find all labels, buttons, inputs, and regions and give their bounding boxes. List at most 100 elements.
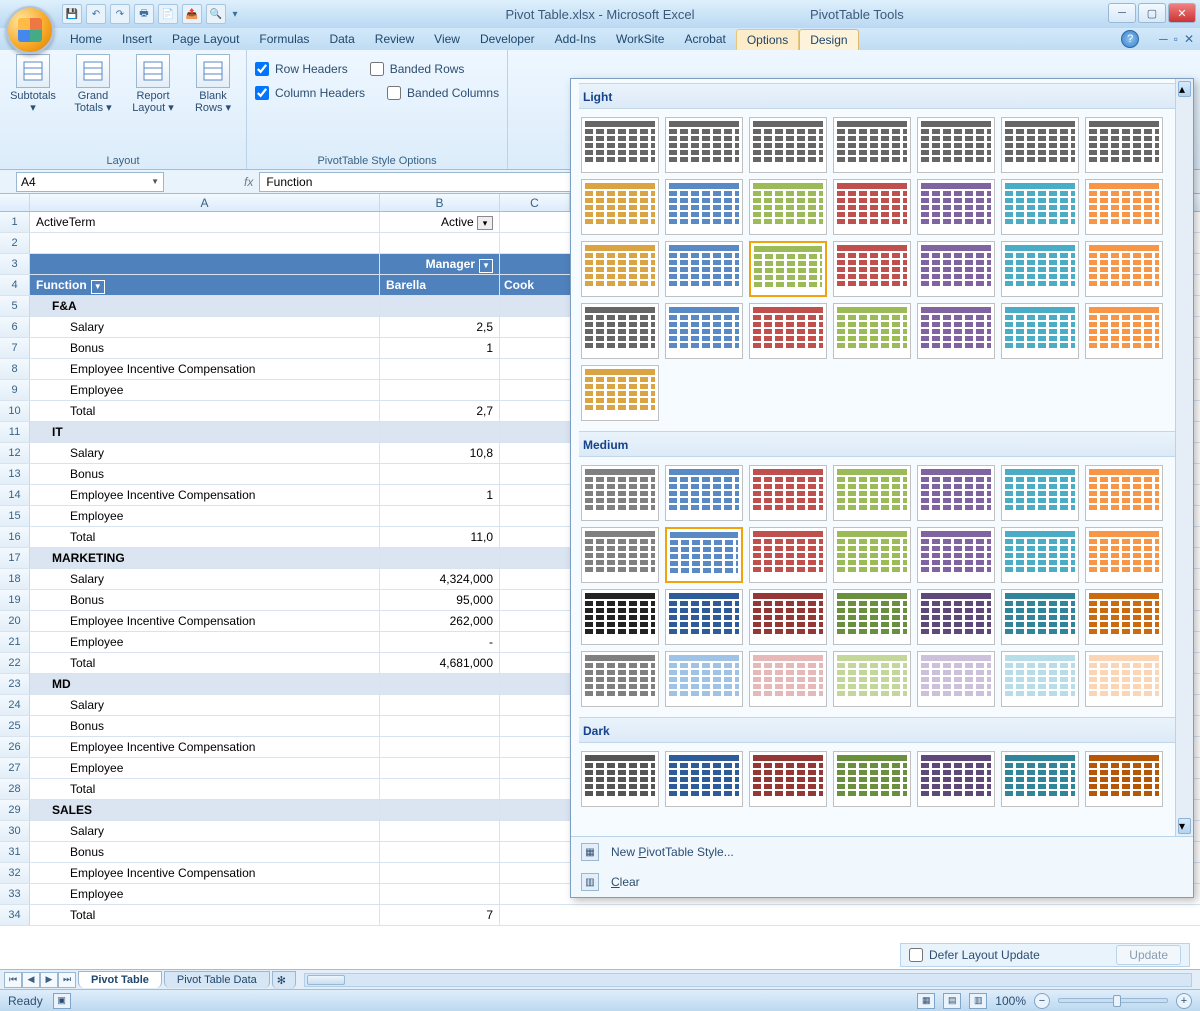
cell-a[interactable]: Employee Incentive Compensation: [30, 359, 380, 379]
view-page-layout-icon[interactable]: ▤: [943, 993, 961, 1009]
row-number[interactable]: 13: [0, 464, 30, 484]
row-number[interactable]: 16: [0, 527, 30, 547]
cell-b[interactable]: [380, 422, 500, 442]
cell-c[interactable]: [500, 758, 570, 778]
zoom-level[interactable]: 100%: [995, 994, 1026, 1008]
row-number[interactable]: 33: [0, 884, 30, 904]
cell-c[interactable]: [500, 779, 570, 799]
row-number[interactable]: 32: [0, 863, 30, 883]
cell-a[interactable]: Total: [30, 401, 380, 421]
qat-print-icon[interactable]: 🖶: [134, 4, 154, 24]
row-number[interactable]: 21: [0, 632, 30, 652]
tab-developer[interactable]: Developer: [470, 29, 545, 50]
cell-b[interactable]: [380, 548, 500, 568]
name-box[interactable]: A4 ▼: [16, 172, 164, 192]
style-swatch[interactable]: [917, 751, 995, 807]
select-all-corner[interactable]: [0, 194, 30, 211]
cell-c[interactable]: [500, 611, 570, 631]
style-swatch[interactable]: [749, 527, 827, 583]
cell-b[interactable]: [380, 695, 500, 715]
chk-column-headers[interactable]: Column Headers: [255, 86, 365, 100]
cell-a[interactable]: Employee: [30, 884, 380, 904]
style-swatch[interactable]: [581, 303, 659, 359]
sheet-tab-pivot-table[interactable]: Pivot Table: [78, 971, 162, 988]
grand-totals-button[interactable]: Grand Totals ▾: [68, 54, 118, 114]
style-swatch[interactable]: [581, 527, 659, 583]
cell-a[interactable]: Employee: [30, 506, 380, 526]
style-swatch[interactable]: [1085, 589, 1163, 645]
sheet-nav-last-icon[interactable]: ⏭: [58, 972, 76, 988]
style-swatch[interactable]: [749, 117, 827, 173]
cell-a[interactable]: Total: [30, 905, 380, 925]
row-number[interactable]: 23: [0, 674, 30, 694]
row-number[interactable]: 15: [0, 506, 30, 526]
row-number[interactable]: 7: [0, 338, 30, 358]
cell-b[interactable]: 11,0: [380, 527, 500, 547]
doc-close-icon[interactable]: ✕: [1184, 32, 1194, 46]
cell-a[interactable]: Total: [30, 779, 380, 799]
style-swatch[interactable]: [1001, 589, 1079, 645]
cell-c[interactable]: [500, 905, 570, 925]
style-swatch[interactable]: [1001, 303, 1079, 359]
cell-c[interactable]: [500, 254, 570, 274]
cell-b[interactable]: [380, 779, 500, 799]
cell-b[interactable]: [380, 464, 500, 484]
style-swatch[interactable]: [749, 651, 827, 707]
cell-b[interactable]: -: [380, 632, 500, 652]
zoom-in-button[interactable]: +: [1176, 993, 1192, 1009]
cell-a[interactable]: Salary: [30, 317, 380, 337]
dropdown-icon[interactable]: ▼: [91, 280, 105, 294]
style-swatch[interactable]: [1001, 117, 1079, 173]
cell-c[interactable]: [500, 821, 570, 841]
tab-home[interactable]: Home: [60, 29, 112, 50]
style-swatch[interactable]: [749, 465, 827, 521]
style-swatch[interactable]: [1085, 651, 1163, 707]
cell-a[interactable]: Bonus: [30, 464, 380, 484]
row-number[interactable]: 31: [0, 842, 30, 862]
style-swatch[interactable]: [749, 589, 827, 645]
tab-data[interactable]: Data: [319, 29, 364, 50]
sheet-tab-pivot-table-data[interactable]: Pivot Table Data: [164, 971, 270, 988]
col-header-b[interactable]: B: [380, 194, 500, 211]
style-swatch[interactable]: [581, 117, 659, 173]
doc-minimize-icon[interactable]: ─: [1159, 32, 1168, 46]
cell-b[interactable]: [380, 674, 500, 694]
style-swatch[interactable]: [581, 179, 659, 235]
style-swatch[interactable]: [581, 751, 659, 807]
cell-c[interactable]: [500, 317, 570, 337]
gallery-scroll-up-icon[interactable]: ▴: [1178, 81, 1191, 97]
cell-b[interactable]: [380, 716, 500, 736]
style-swatch[interactable]: [665, 651, 743, 707]
style-swatch[interactable]: [665, 117, 743, 173]
cell-c[interactable]: [500, 695, 570, 715]
style-swatch[interactable]: [581, 241, 659, 297]
style-swatch[interactable]: [1001, 651, 1079, 707]
row-number[interactable]: 22: [0, 653, 30, 673]
cell-a[interactable]: Bonus: [30, 842, 380, 862]
cell-c[interactable]: [500, 380, 570, 400]
cell-c[interactable]: [500, 233, 570, 253]
cell-a[interactable]: Total: [30, 653, 380, 673]
cell-c[interactable]: [500, 422, 570, 442]
tab-options[interactable]: Options: [736, 29, 799, 50]
row-number[interactable]: 14: [0, 485, 30, 505]
gallery-clear[interactable]: ▥ Clear: [571, 867, 1193, 897]
row-number[interactable]: 29: [0, 800, 30, 820]
cell-b[interactable]: [380, 821, 500, 841]
horizontal-scrollbar[interactable]: [304, 973, 1192, 987]
col-header-a[interactable]: A: [30, 194, 380, 211]
style-swatch[interactable]: [917, 303, 995, 359]
tab-formulas[interactable]: Formulas: [249, 29, 319, 50]
row-34[interactable]: 34Total7: [0, 905, 1200, 926]
style-swatch[interactable]: [1085, 179, 1163, 235]
cell-b[interactable]: [380, 359, 500, 379]
subtotals-button[interactable]: Subtotals ▾: [8, 54, 58, 114]
doc-restore-icon[interactable]: ▫: [1174, 32, 1178, 46]
style-swatch[interactable]: [581, 365, 659, 421]
row-number[interactable]: 4: [0, 275, 30, 295]
row-number[interactable]: 18: [0, 569, 30, 589]
row-number[interactable]: 30: [0, 821, 30, 841]
gallery-new-style[interactable]: ▦ New PivotTable Style...: [571, 837, 1193, 867]
cell-a[interactable]: Salary: [30, 695, 380, 715]
row-number[interactable]: 25: [0, 716, 30, 736]
